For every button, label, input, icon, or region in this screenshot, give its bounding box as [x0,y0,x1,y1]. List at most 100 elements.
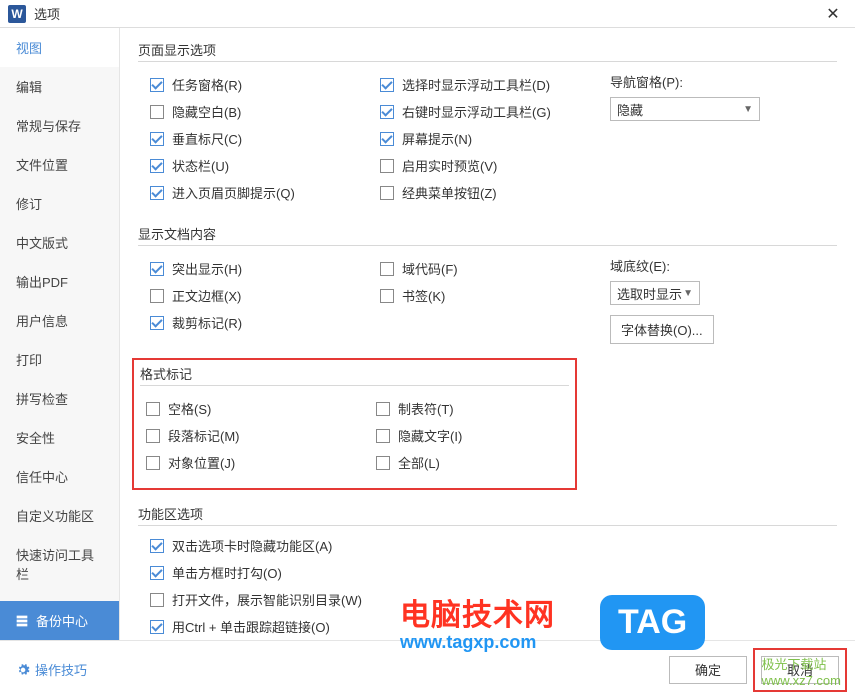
group-label: 功能区选项 [138,504,837,526]
chk-doc-c1-0[interactable]: 突出显示(H) [150,259,368,278]
sidebar-item-7[interactable]: 用户信息 [0,301,119,340]
checkbox-label: 垂直标尺(C) [172,129,242,148]
field-shading-dropdown[interactable]: 选取时显示 ▼ [610,281,700,305]
caret-down-icon: ▼ [683,288,693,299]
checkbox-label: 用Ctrl + 单击跟踪超链接(O) [172,617,330,636]
checkbox-label: 隐藏空白(B) [172,102,241,121]
tips-label: 操作技巧 [35,660,87,679]
sidebar: 视图编辑常规与保存文件位置修订中文版式输出PDF用户信息打印拼写检查安全性信任中… [0,28,120,640]
group-format-marks: 格式标记 空格(S)段落标记(M)对象位置(J) 制表符(T)隐藏文字(I)全部… [132,358,577,490]
checkbox-icon [150,262,164,276]
chk-ribbon-0[interactable]: 双击选项卡时隐藏功能区(A) [150,536,837,555]
checkbox-icon [150,593,164,607]
checkbox-icon [146,456,160,470]
chk-fmt-c1-1[interactable]: 段落标记(M) [146,426,364,445]
chk-fmt-c1-0[interactable]: 空格(S) [146,399,364,418]
tips-link[interactable]: 操作技巧 [16,660,87,679]
checkbox-icon [150,539,164,553]
checkbox-label: 空格(S) [168,399,211,418]
chk-ribbon-2[interactable]: 打开文件，展示智能识别目录(W) [150,590,837,609]
chk-ribbon-1[interactable]: 单击方框时打勾(O) [150,563,837,582]
checkbox-icon [146,429,160,443]
chk-fmt-c2-2[interactable]: 全部(L) [376,453,594,472]
checkbox-icon [380,159,394,173]
checkbox-label: 双击选项卡时隐藏功能区(A) [172,536,332,555]
sidebar-item-4[interactable]: 修订 [0,184,119,223]
chk-doc-c1-1[interactable]: 正文边框(X) [150,286,368,305]
chk-doc-c1-2[interactable]: 裁剪标记(R) [150,313,368,332]
checkbox-label: 状态栏(U) [172,156,229,175]
chk-page-c1-3[interactable]: 状态栏(U) [150,156,368,175]
chk-page-c2-1[interactable]: 右键时显示浮动工具栏(G) [380,102,598,121]
chk-fmt-c2-0[interactable]: 制表符(T) [376,399,594,418]
checkbox-label: 隐藏文字(I) [398,426,462,445]
chk-page-c1-4[interactable]: 进入页眉页脚提示(Q) [150,183,368,202]
checkbox-label: 正文边框(X) [172,286,241,305]
checkbox-icon [380,78,394,92]
chk-page-c2-0[interactable]: 选择时显示浮动工具栏(D) [380,75,598,94]
checkbox-label: 单击方框时打勾(O) [172,563,282,582]
footer: 操作技巧 确定 取消 [0,640,855,698]
group-label: 显示文档内容 [138,224,837,246]
checkbox-icon [376,402,390,416]
chk-page-c1-0[interactable]: 任务窗格(R) [150,75,368,94]
checkbox-icon [150,566,164,580]
checkbox-label: 右键时显示浮动工具栏(G) [402,102,551,121]
cancel-button[interactable]: 取消 [761,656,839,684]
checkbox-label: 任务窗格(R) [172,75,242,94]
chk-fmt-c2-1[interactable]: 隐藏文字(I) [376,426,594,445]
window-title: 选项 [34,4,819,23]
checkbox-label: 段落标记(M) [168,426,240,445]
app-icon: W [8,5,26,23]
checkbox-icon [380,105,394,119]
chk-page-c2-3[interactable]: 启用实时预览(V) [380,156,598,175]
chk-fmt-c1-2[interactable]: 对象位置(J) [146,453,364,472]
sidebar-item-6[interactable]: 输出PDF [0,262,119,301]
sidebar-item-0[interactable]: 视图 [0,28,119,67]
nav-pane-dropdown[interactable]: 隐藏 ▼ [610,97,760,121]
chk-page-c2-2[interactable]: 屏幕提示(N) [380,129,598,148]
checkbox-label: 全部(L) [398,453,440,472]
checkbox-icon [380,186,394,200]
sidebar-item-3[interactable]: 文件位置 [0,145,119,184]
sidebar-item-5[interactable]: 中文版式 [0,223,119,262]
sidebar-item-12[interactable]: 自定义功能区 [0,496,119,535]
gear-icon [16,663,30,677]
checkbox-label: 域代码(F) [402,259,458,278]
field-shading-value: 选取时显示 [617,284,682,303]
sidebar-item-2[interactable]: 常规与保存 [0,106,119,145]
nav-pane-label: 导航窗格(P): [610,72,798,91]
ok-button[interactable]: 确定 [669,656,747,684]
chk-page-c2-4[interactable]: 经典菜单按钮(Z) [380,183,598,202]
checkbox-icon [150,186,164,200]
checkbox-label: 突出显示(H) [172,259,242,278]
checkbox-label: 选择时显示浮动工具栏(D) [402,75,550,94]
checkbox-icon [150,159,164,173]
sidebar-item-11[interactable]: 信任中心 [0,457,119,496]
group-document-content: 显示文档内容 突出显示(H) 正文边框(X) 裁剪标记(R) 域代码(F) 书签(K)… [138,224,837,344]
chk-doc-c2-0[interactable]: 域代码(F) [380,259,598,278]
sidebar-item-1[interactable]: 编辑 [0,67,119,106]
backup-center-button[interactable]: 备份中心 [0,601,119,640]
checkbox-icon [380,132,394,146]
sidebar-item-10[interactable]: 安全性 [0,418,119,457]
sidebar-item-9[interactable]: 拼写检查 [0,379,119,418]
sidebar-item-13[interactable]: 快速访问工具栏 [0,535,119,593]
chk-page-c1-2[interactable]: 垂直标尺(C) [150,129,368,148]
group-label: 页面显示选项 [138,40,837,62]
checkbox-icon [150,316,164,330]
chk-page-c1-1[interactable]: 隐藏空白(B) [150,102,368,121]
checkbox-icon [380,262,394,276]
content-panel: 页面显示选项 任务窗格(R) 隐藏空白(B) 垂直标尺(C) 状态栏(U) 进入页眉页脚… [120,28,855,640]
chk-ribbon-3[interactable]: 用Ctrl + 单击跟踪超链接(O) [150,617,837,636]
sidebar-item-8[interactable]: 打印 [0,340,119,379]
chk-doc-c2-1[interactable]: 书签(K) [380,286,598,305]
font-substitute-button[interactable]: 字体替换(O)... [610,315,714,344]
checkbox-label: 裁剪标记(R) [172,313,242,332]
checkbox-icon [376,429,390,443]
checkbox-label: 启用实时预览(V) [402,156,497,175]
checkbox-icon [150,620,164,634]
checkbox-label: 书签(K) [402,286,445,305]
close-icon[interactable]: ✕ [819,0,847,28]
nav-pane-value: 隐藏 [617,100,643,119]
